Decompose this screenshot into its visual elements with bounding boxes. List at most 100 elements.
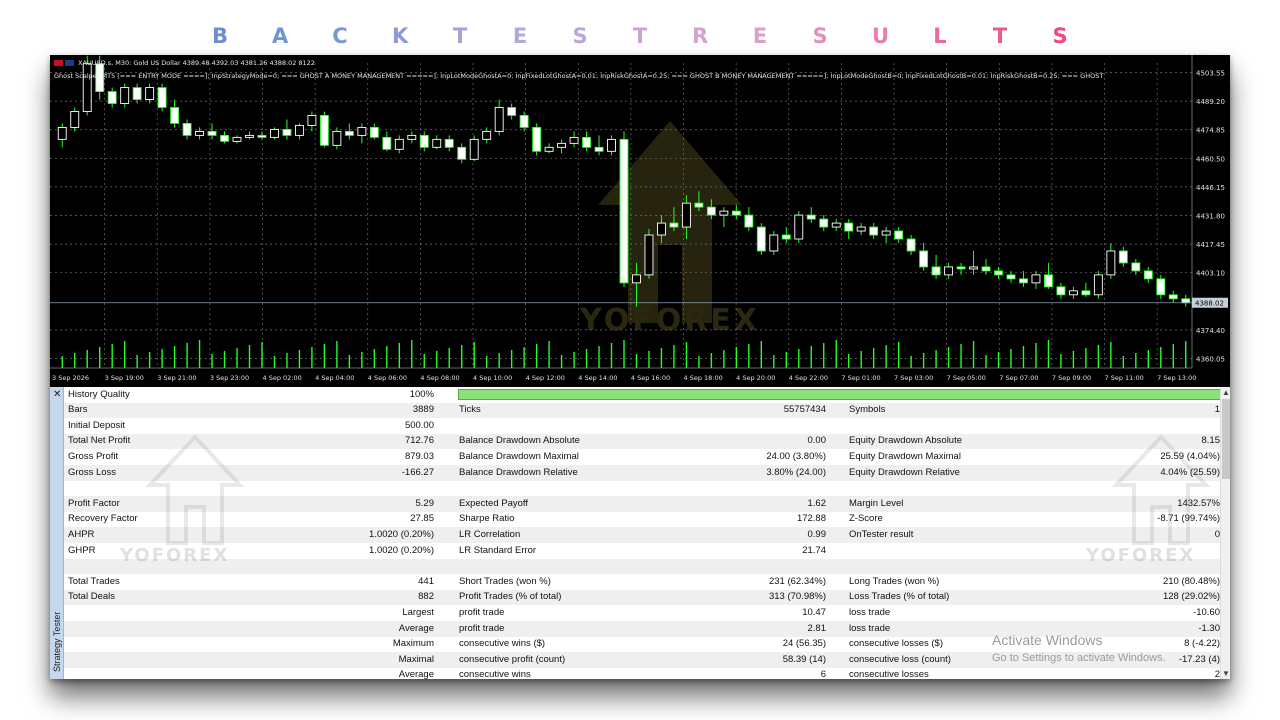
cell-label: Bars (68, 404, 88, 416)
cell-label: consecutive profit (count) (459, 653, 566, 665)
cell-label: Profit Trades (% of total) (459, 591, 562, 603)
price-axis-label: 4403.10 (1196, 270, 1225, 278)
candle-body (444, 138, 454, 148)
logo-watermark-icon (1111, 434, 1211, 545)
title-letter: S (572, 24, 588, 48)
candle-body (607, 138, 616, 152)
cell-value: 231 (62.34%) (768, 575, 826, 587)
cell-value: 500.00 (404, 419, 434, 431)
title-letter: T (452, 24, 468, 48)
candle-body (220, 134, 229, 142)
candle-body (157, 87, 167, 108)
history-quality-bar (458, 389, 1222, 400)
time-axis-label: 7 Sep 09:00 (1052, 374, 1091, 382)
cell-label: Z-Score (849, 513, 883, 525)
current-price-label: 4388.02 (1195, 300, 1224, 308)
close-icon[interactable]: ✕ (53, 389, 61, 400)
table-row (64, 558, 1224, 575)
candle-body (207, 130, 217, 136)
cell-value: 8 (-4.22) (1184, 638, 1220, 650)
strategy-tester-tab[interactable]: ✕ Strategy Tester (50, 387, 64, 679)
price-chart[interactable]: YOFOREX 4503.55 4489.20 4474.85 4460.50 4446.… (50, 55, 1230, 385)
time-axis-label: 7 Sep 11:00 (1105, 374, 1144, 382)
history-quality-label: History Quality (68, 388, 130, 400)
candle-body (657, 222, 666, 236)
candle-body (794, 214, 804, 240)
cell-value: Average (398, 669, 434, 679)
cell-value: 128 (29.02%) (1162, 591, 1220, 603)
scroll-up-icon[interactable]: ▲ (1222, 388, 1230, 397)
cell-label: Total Net Profit (68, 435, 131, 447)
time-axis-label: 4 Sep 08:00 (420, 374, 459, 382)
candle-body (569, 136, 579, 144)
time-axis-label: 4 Sep 18:00 (684, 374, 723, 382)
history-quality-value: 100% (409, 388, 434, 400)
candle-body (881, 230, 891, 236)
candle-body (756, 226, 766, 252)
candle-body (856, 226, 866, 232)
title-letter: E (752, 24, 768, 48)
cell-value: Maximum (392, 638, 434, 650)
price-axis-label: 4431.80 (1196, 213, 1225, 221)
candle-body (1093, 274, 1103, 296)
cell-label: profit trade (459, 606, 505, 618)
title-letter: L (933, 24, 947, 48)
price-axis-label: 4489.20 (1196, 98, 1225, 106)
cell-label: Expected Payoff (459, 497, 529, 509)
candle-body (582, 136, 591, 148)
cell-label: Profit Factor (68, 497, 120, 509)
cell-value: -10.60 (1193, 606, 1220, 618)
candle-body (469, 138, 479, 160)
scroll-down-icon[interactable]: ▼ (1222, 669, 1230, 678)
candle-body (307, 115, 317, 126)
cell-value: 1.62 (807, 497, 827, 509)
cell-value: 10.47 (802, 606, 826, 618)
candle-body (769, 234, 779, 252)
candle-body (906, 238, 916, 252)
cell-value: Maximal (398, 653, 434, 665)
candle-body (594, 146, 604, 152)
cell-value: 2.81 (807, 622, 827, 634)
table-row: Total Deals 882 Profit Trades (% of total)… (64, 589, 1224, 606)
candle-body (432, 138, 442, 148)
candle-body (994, 270, 1003, 276)
candle-body (632, 274, 641, 284)
candle-body (107, 91, 117, 104)
candle-body (831, 222, 841, 228)
cell-label: LR Correlation (459, 528, 521, 540)
candle-body (282, 128, 292, 136)
cell-value: 24 (56.35) (782, 638, 826, 650)
terminal-window: YOFOREX 4503.55 4489.20 4474.85 4460.50 4446.… (50, 55, 1230, 679)
cell-label: Initial Deposit (68, 419, 126, 431)
candle-body (1019, 278, 1028, 284)
candle-body (1156, 278, 1166, 296)
time-axis-label: 4 Sep 22:00 (789, 374, 828, 382)
cell-label: Ticks (459, 404, 481, 416)
title-letter: E (512, 24, 528, 48)
candle-body (232, 136, 242, 142)
cell-value: 1.0020 (0.20%) (369, 544, 434, 556)
title-letter: T (632, 24, 648, 48)
cell-label: Equity Drawdown Relative (849, 466, 960, 478)
candle-body (494, 107, 504, 132)
title-letter: T (992, 24, 1008, 48)
time-axis-label: 7 Sep 13:00 (1157, 374, 1196, 382)
cell-label: LR Standard Error (459, 544, 537, 556)
panel-watermark-text: YOFOREX (120, 545, 230, 566)
candle-body (644, 234, 654, 276)
candle-body (294, 124, 304, 136)
cell-value: -17.23 (4) (1178, 653, 1220, 665)
candle-body (70, 111, 80, 128)
activate-windows-title: Activate Windows (992, 632, 1103, 648)
cell-value: 1.0020 (0.20%) (369, 528, 434, 540)
cell-label: OnTester result (849, 528, 914, 540)
table-row: Largest profit trade 10.47 loss trade -10.60 (64, 605, 1224, 621)
cell-value: 55757434 (783, 404, 826, 416)
candle-body (931, 266, 941, 276)
cell-label: Total Deals (68, 591, 115, 603)
cell-value: 58.39 (14) (782, 653, 826, 665)
candle-body (145, 87, 155, 100)
candle-body (969, 266, 978, 270)
candle-body (1081, 290, 1091, 296)
candle-body (1143, 270, 1153, 280)
